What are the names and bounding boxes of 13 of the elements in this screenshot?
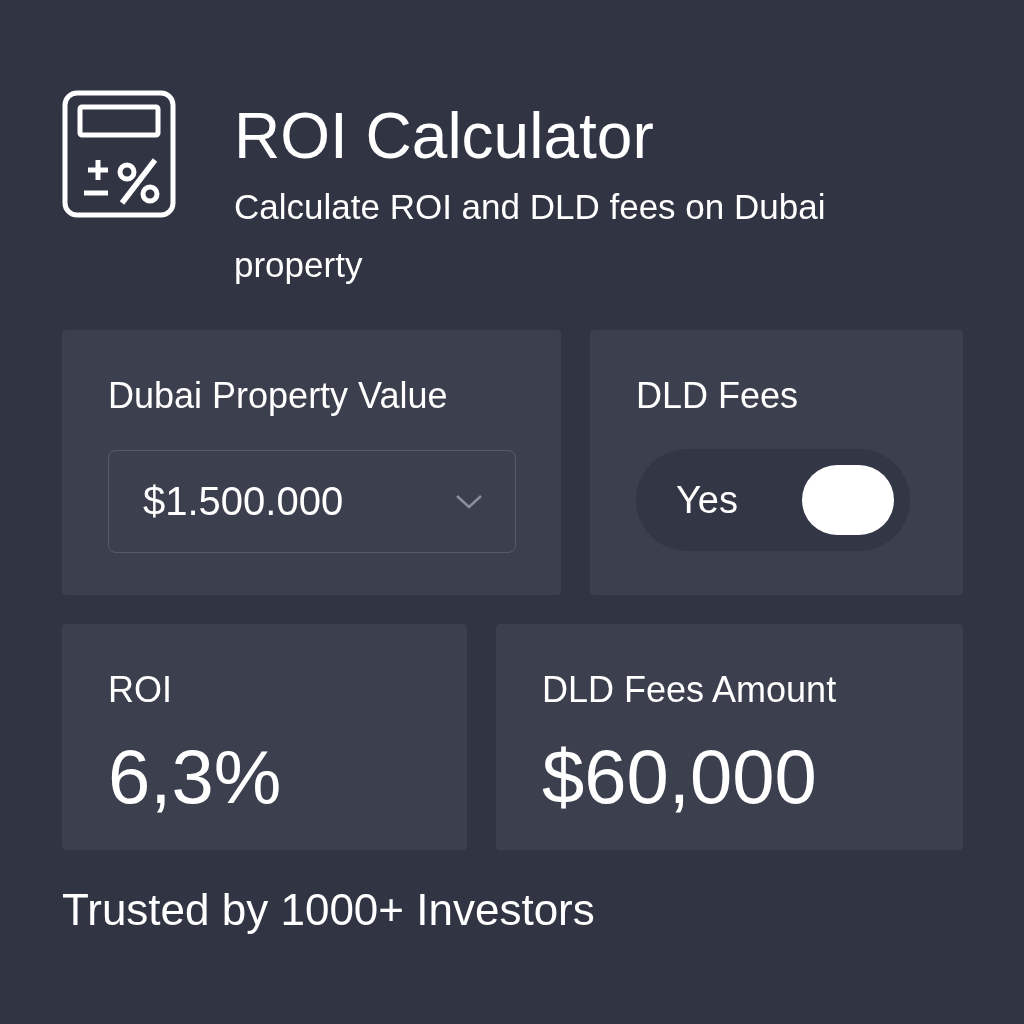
trust-text: Trusted by 1000+ Investors (62, 884, 596, 936)
field-label: DLD Fees (636, 374, 799, 418)
app-title: ROI Calculator (234, 99, 655, 174)
result-label: DLD Fees Amount (542, 668, 837, 712)
result-value: 6,3% (108, 733, 282, 821)
app-subtitle: Calculate ROI and DLD fees on Dubai property (234, 186, 827, 286)
field-label: Dubai Property Value (108, 374, 448, 418)
chevron-down-icon (455, 493, 483, 510)
toggle-switch[interactable]: Yes (636, 449, 910, 551)
property-value-select[interactable]: $1.500.000 (108, 450, 516, 553)
calculator-icon (62, 90, 176, 218)
result-label: ROI (108, 668, 172, 712)
result-value: $60,000 (542, 733, 817, 821)
